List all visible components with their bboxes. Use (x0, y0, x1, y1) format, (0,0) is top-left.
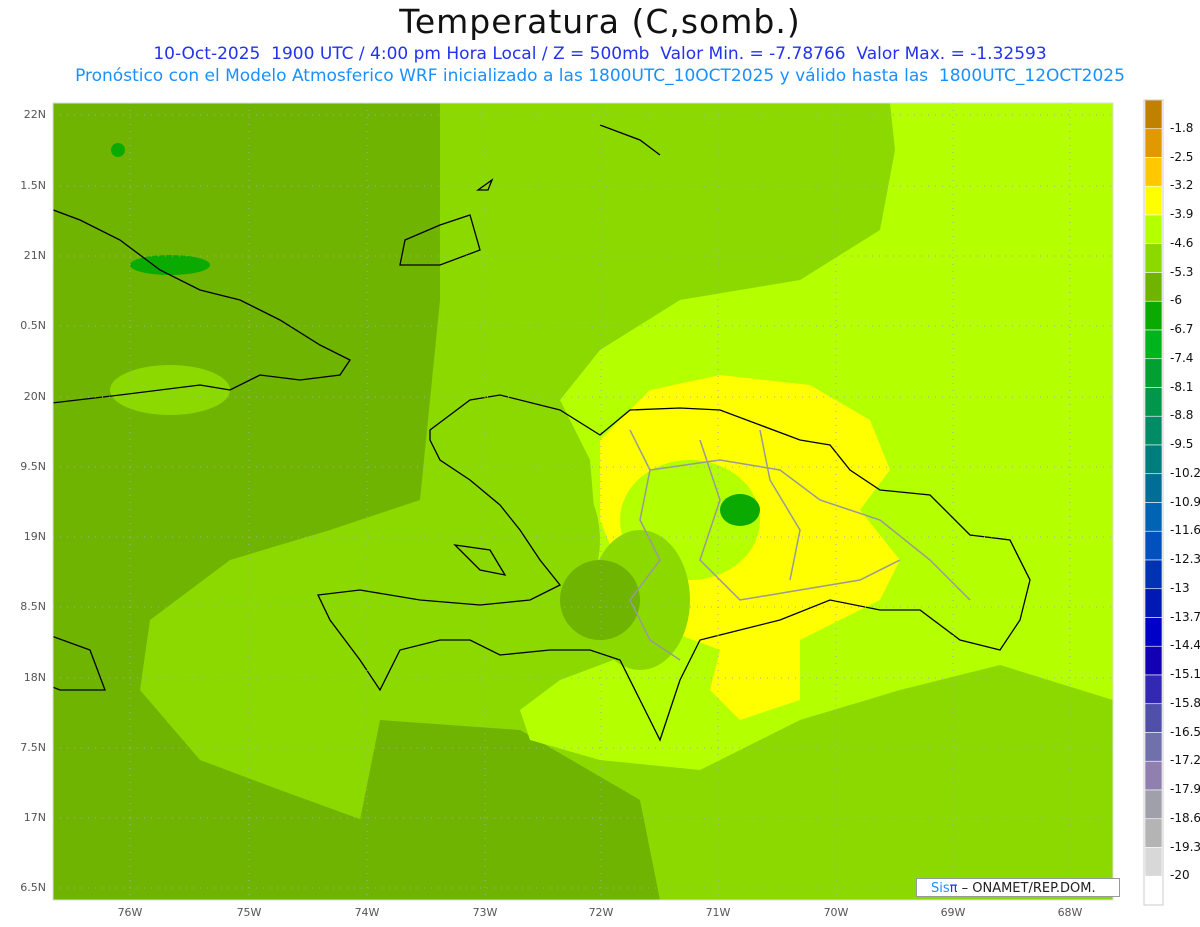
colorbar-bin (1144, 559, 1163, 590)
colorbar-label: -4.6 (1170, 235, 1194, 250)
credit-box: Sisπ – ONAMET/REP.DOM. (916, 878, 1120, 897)
colorbar-label: -10.2 (1170, 465, 1200, 480)
lat-tick-label: 21N (23, 249, 46, 262)
lon-tick-label: 74W (354, 906, 380, 919)
field-patch (560, 560, 640, 640)
colorbar-label: -2.5 (1170, 149, 1194, 164)
lon-tick-label: 72W (588, 906, 614, 919)
colorbar-label: -13 (1170, 580, 1190, 595)
colorbar-label: -15.8 (1170, 695, 1200, 710)
colorbar-label: -17.9 (1170, 782, 1200, 796)
lat-tick-label: 18N (23, 671, 46, 684)
colorbar-label: -7.4 (1170, 350, 1194, 365)
temperature-map (52, 99, 1164, 906)
colorbar-label: -6.7 (1170, 322, 1194, 336)
colorbar (1143, 99, 1164, 906)
colorbar-label: -19.3 (1170, 839, 1200, 854)
colorbar-label: -16.5 (1170, 724, 1200, 739)
field-patch (110, 365, 230, 415)
colorbar-bin (1144, 444, 1163, 475)
lat-tick-label: 6.5N (20, 881, 46, 894)
colorbar-label: -3.9 (1170, 207, 1194, 221)
colorbar-label: -8.8 (1170, 408, 1194, 423)
lat-tick-label: 17N (23, 811, 46, 824)
lon-tick-label: 71W (705, 906, 731, 919)
colorbar-bin (1144, 99, 1163, 130)
lat-tick-label: 7.5N (20, 741, 46, 754)
colorbar-bin (1144, 243, 1163, 273)
lat-tick-label: 22N (23, 108, 46, 121)
lon-tick-label: 68W (1057, 906, 1083, 919)
colorbar-bin (1144, 847, 1163, 877)
lon-tick-label: 73W (472, 906, 498, 919)
colorbar-label: -8.1 (1170, 379, 1194, 394)
colorbar-bin (1144, 789, 1163, 820)
colorbar-bin (1144, 703, 1163, 733)
lat-tick-label: 19N (23, 530, 46, 543)
colorbar-bin (1144, 157, 1163, 187)
colorbar-label: -9.5 (1170, 437, 1194, 451)
lon-tick-label: 69W (940, 906, 966, 919)
field-patch (720, 494, 760, 526)
colorbar-bin (1144, 329, 1163, 360)
colorbar-label: -17.2 (1170, 753, 1200, 768)
colorbar-label: -1.8 (1170, 120, 1194, 135)
colorbar-bin (1144, 674, 1163, 705)
lat-tick-label: 1.5N (20, 179, 46, 192)
colorbar-label: -5.3 (1170, 264, 1194, 279)
colorbar-bin (1144, 272, 1163, 302)
colorbar-label: -13.7 (1170, 609, 1200, 624)
colorbar-bin (1144, 214, 1163, 245)
colorbar-label: -6 (1170, 293, 1182, 308)
colorbar-label: -12.3 (1170, 552, 1200, 566)
lat-tick-label: 0.5N (20, 319, 46, 332)
colorbar-bin (1144, 358, 1163, 388)
colorbar-bin (1144, 875, 1163, 906)
lat-tick-label: 20N (23, 390, 46, 403)
colorbar-bin (1144, 818, 1163, 848)
colorbar-bin (1144, 473, 1163, 503)
colorbar-bin (1144, 300, 1163, 331)
lon-tick-label: 70W (823, 906, 849, 919)
colorbar-label: -20 (1170, 868, 1190, 883)
colorbar-label: -11.6 (1170, 523, 1200, 538)
sispi-logo-text: Sis (931, 881, 950, 896)
colorbar-bin (1144, 387, 1163, 417)
colorbar-label: -10.9 (1170, 494, 1200, 509)
colorbar-bin (1144, 185, 1163, 216)
field-patch (130, 255, 210, 275)
colorbar-bin (1144, 732, 1163, 762)
colorbar-bin (1144, 530, 1163, 561)
lon-tick-label: 75W (236, 906, 262, 919)
colorbar-bin (1144, 617, 1163, 647)
colorbar-bin (1144, 645, 1163, 676)
credit-org: – ONAMET/REP.DOM. (957, 881, 1096, 896)
lon-tick-label: 76W (117, 906, 143, 919)
lat-tick-label: 8.5N (20, 600, 46, 613)
colorbar-bin (1144, 128, 1163, 158)
colorbar-label: -14.4 (1170, 638, 1200, 653)
colorbar-bin (1144, 760, 1163, 791)
colorbar-bin (1144, 415, 1163, 446)
colorbar-label: -15.1 (1170, 667, 1200, 681)
lat-tick-label: 9.5N (20, 460, 46, 473)
colorbar-bin (1144, 588, 1163, 618)
field-patch (111, 143, 125, 157)
colorbar-label: -18.6 (1170, 810, 1200, 825)
field-patch (320, 585, 400, 635)
colorbar-label: -3.2 (1170, 178, 1194, 193)
colorbar-bin (1144, 502, 1163, 532)
